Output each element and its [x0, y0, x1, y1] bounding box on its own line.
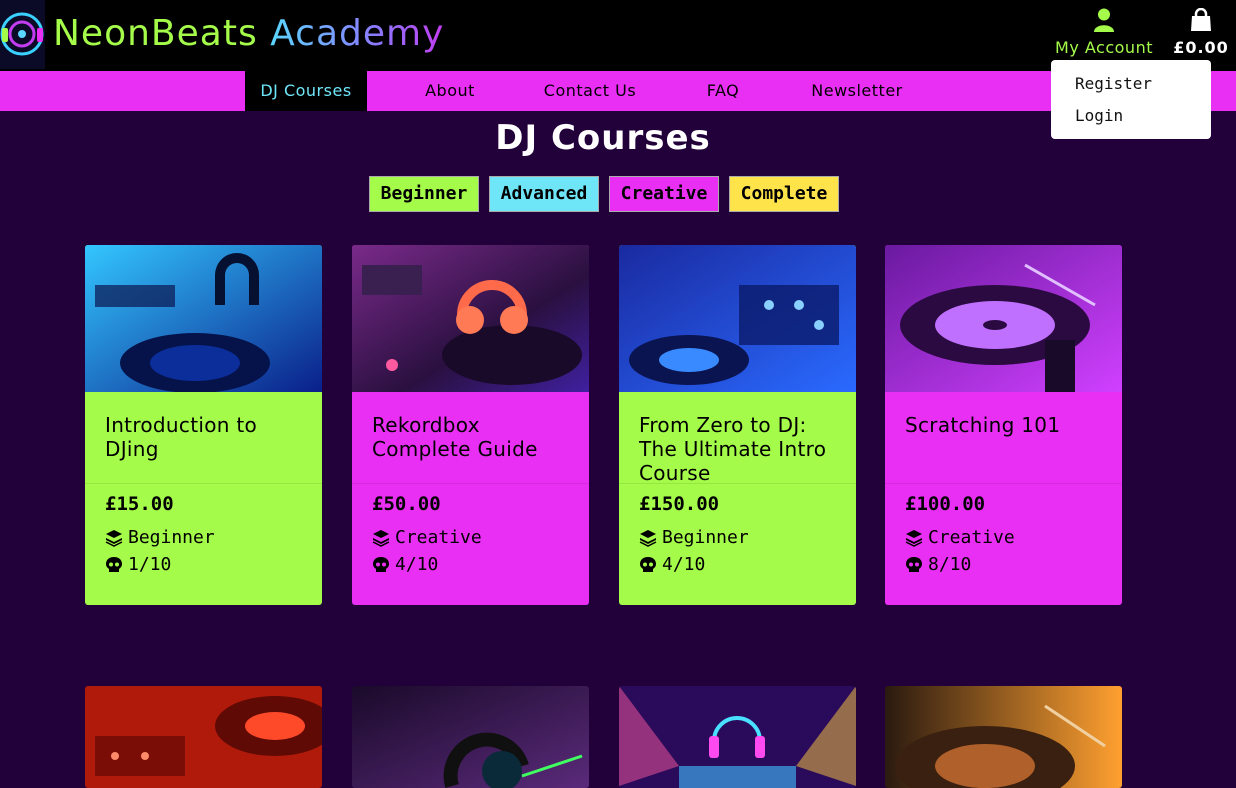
course-title[interactable]: Introduction to DJing [105, 413, 310, 461]
page-title: DJ Courses [495, 118, 711, 158]
course-card[interactable]: Introduction to DJing £15.00 Beginner 1/… [85, 245, 322, 605]
register-link[interactable]: Register [1051, 74, 1211, 106]
course-image[interactable] [619, 686, 856, 788]
course-category[interactable]: Creative [372, 527, 482, 548]
layer-group-icon [372, 529, 390, 547]
course-price: £15.00 [105, 493, 174, 515]
course-difficulty: 4/10 [372, 554, 438, 575]
my-account-link[interactable]: My Account [1049, 8, 1159, 57]
course-category[interactable]: Creative [905, 527, 1015, 548]
card-divider [885, 483, 1122, 484]
course-card[interactable]: From Zero to DJ: The Ultimate Intro Cour… [619, 245, 856, 605]
course-category-label: Creative [395, 527, 482, 548]
skull-icon [106, 556, 122, 572]
course-card[interactable] [352, 686, 589, 788]
course-category-label: Beginner [662, 527, 749, 548]
course-price: £100.00 [905, 493, 986, 515]
course-image[interactable] [619, 245, 856, 392]
layer-group-icon [105, 529, 123, 547]
course-category-label: Beginner [128, 527, 215, 548]
course-card[interactable] [885, 686, 1122, 788]
skull-icon [906, 556, 922, 572]
course-category-label: Creative [928, 527, 1015, 548]
course-card[interactable] [85, 686, 322, 788]
course-card[interactable] [619, 686, 856, 788]
course-card[interactable]: Scratching 101 £100.00 Creative 8/10 [885, 245, 1122, 605]
card-divider [352, 483, 589, 484]
course-image[interactable] [352, 245, 589, 392]
shopping-bag-icon [1191, 7, 1211, 31]
nav-about[interactable]: About [408, 71, 492, 111]
course-category[interactable]: Beginner [639, 527, 749, 548]
course-difficulty-label: 1/10 [128, 554, 172, 575]
layer-group-icon [905, 529, 923, 547]
brand-title[interactable]: NeonBeats Academy [53, 10, 444, 58]
course-difficulty: 1/10 [105, 554, 171, 575]
my-account-label: My Account [1055, 38, 1153, 57]
course-image[interactable] [85, 245, 322, 392]
user-icon [1094, 8, 1114, 32]
site-header: NeonBeats Academy My Account £0.00 [0, 0, 1236, 71]
course-difficulty: 4/10 [639, 554, 705, 575]
logo-image[interactable] [0, 0, 45, 69]
brand-word-neonbeats: NeonBeats [53, 13, 258, 54]
nav-dj-courses[interactable]: DJ Courses [245, 71, 367, 111]
course-difficulty-label: 4/10 [395, 554, 439, 575]
filter-advanced-button[interactable]: Advanced [489, 176, 599, 212]
filter-complete-button[interactable]: Complete [729, 176, 839, 212]
nav-newsletter[interactable]: Newsletter [795, 71, 919, 111]
course-difficulty-label: 8/10 [928, 554, 972, 575]
course-title[interactable]: Rekordbox Complete Guide [372, 413, 577, 461]
nav-faq[interactable]: FAQ [695, 71, 751, 111]
course-title[interactable]: From Zero to DJ: The Ultimate Intro Cour… [639, 413, 844, 485]
course-image[interactable] [85, 686, 322, 788]
skull-icon [640, 556, 656, 572]
course-price: £50.00 [372, 493, 441, 515]
bag-total: £0.00 [1173, 38, 1229, 57]
course-difficulty: 8/10 [905, 554, 971, 575]
course-difficulty-label: 4/10 [662, 554, 706, 575]
filter-creative-button[interactable]: Creative [609, 176, 719, 212]
card-divider [619, 483, 856, 484]
course-title[interactable]: Scratching 101 [905, 413, 1110, 437]
shopping-bag-link[interactable]: £0.00 [1170, 7, 1232, 57]
nav-contact-us[interactable]: Contact Us [528, 71, 652, 111]
brand-word-academy: Academy [270, 13, 445, 54]
skull-icon [373, 556, 389, 572]
course-card[interactable]: Rekordbox Complete Guide £50.00 Creative… [352, 245, 589, 605]
card-divider [85, 483, 322, 484]
course-category[interactable]: Beginner [105, 527, 215, 548]
filter-beginner-button[interactable]: Beginner [369, 176, 479, 212]
course-image[interactable] [885, 245, 1122, 392]
layer-group-icon [639, 529, 657, 547]
course-image[interactable] [352, 686, 589, 788]
course-image[interactable] [885, 686, 1122, 788]
course-price: £150.00 [639, 493, 720, 515]
